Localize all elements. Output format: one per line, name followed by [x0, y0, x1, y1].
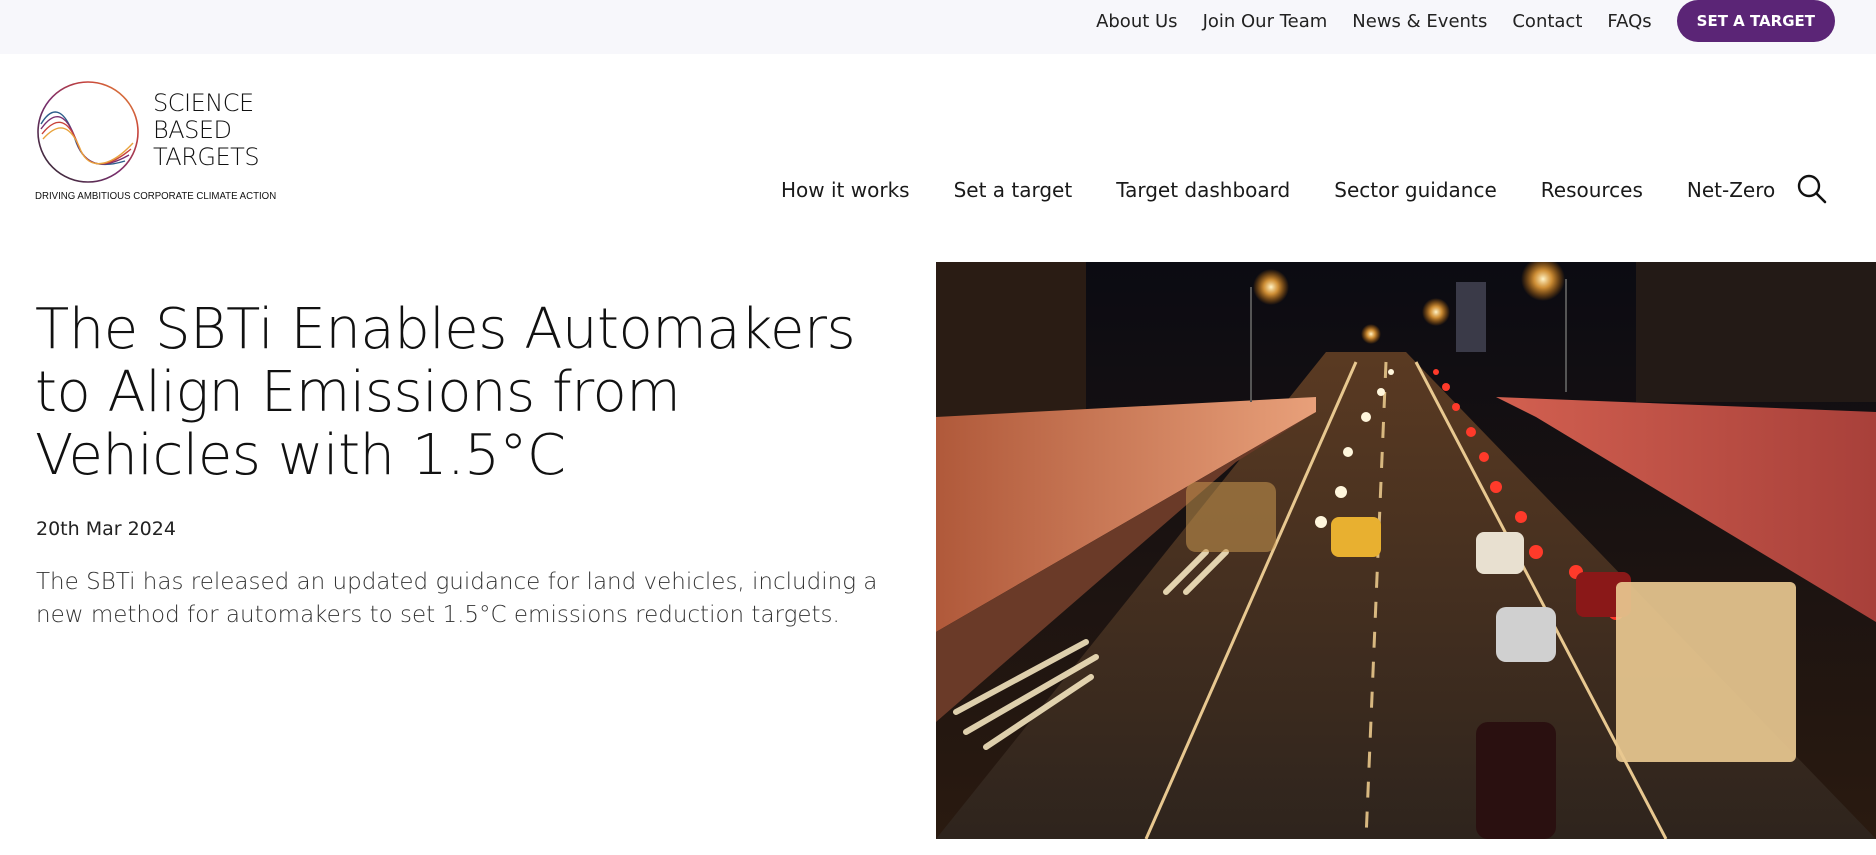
nav-item-resources[interactable]: Resources — [1541, 178, 1643, 202]
traffic-photo — [936, 262, 1876, 839]
search-button[interactable] — [1796, 173, 1828, 205]
logo-line-based: BASED — [153, 116, 232, 144]
nav-item-target-dashboard[interactable]: Target dashboard — [1116, 178, 1290, 202]
utility-link-contact[interactable]: Contact — [1512, 11, 1582, 32]
hero-image-traffic — [936, 262, 1876, 839]
article-date: 20th Mar 2024 — [36, 518, 176, 540]
site-logo[interactable]: SCIENCE BASED TARGETS DRIVING AMBITIOUS … — [35, 79, 277, 204]
logo-tagline: DRIVING AMBITIOUS CORPORATE CLIMATE ACTI… — [35, 190, 277, 202]
article-title: The SBTi Enables Automakers to Align Emi… — [35, 297, 856, 488]
nav-item-set-a-target[interactable]: Set a target — [954, 178, 1073, 202]
main-nav: How it works Set a target Target dashboa… — [781, 168, 1819, 212]
logo-wordmark: SCIENCE BASED TARGETS — [153, 89, 260, 171]
search-icon — [1797, 174, 1827, 204]
utility-link-join-our-team[interactable]: Join Our Team — [1203, 11, 1328, 32]
utility-link-news-events[interactable]: News & Events — [1352, 11, 1487, 32]
logo-line-science: SCIENCE — [153, 89, 254, 117]
nav-item-net-zero[interactable]: Net-Zero — [1687, 178, 1775, 202]
utility-nav: About Us Join Our Team News & Events Con… — [1071, 0, 1835, 42]
logo-line-targets: TARGETS — [153, 143, 260, 171]
logo-mark-icon — [37, 81, 139, 183]
set-a-target-button[interactable]: SET A TARGET — [1676, 0, 1835, 42]
nav-item-sector-guidance[interactable]: Sector guidance — [1334, 178, 1497, 202]
article-summary: The SBTi has released an updated guidanc… — [36, 569, 878, 628]
utility-bar: About Us Join Our Team News & Events Con… — [0, 0, 1876, 54]
utility-link-faqs[interactable]: FAQs — [1607, 11, 1651, 32]
nav-item-how-it-works[interactable]: How it works — [781, 178, 910, 202]
utility-link-about-us[interactable]: About Us — [1096, 11, 1178, 32]
